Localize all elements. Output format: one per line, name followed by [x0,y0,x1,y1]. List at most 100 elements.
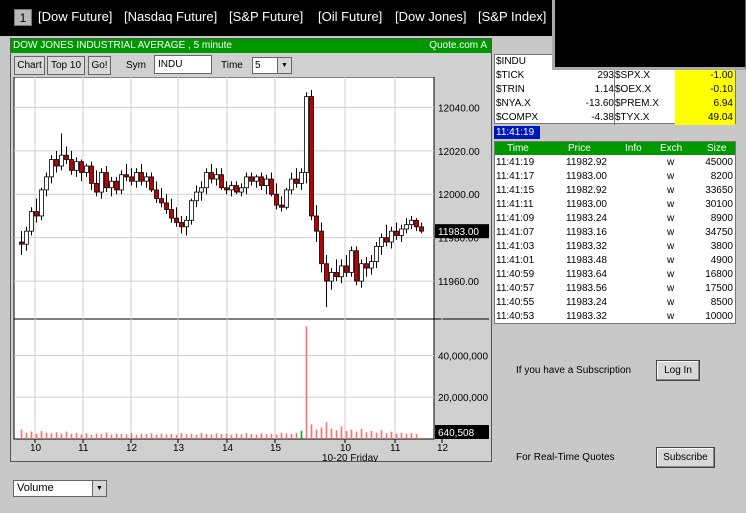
go-button[interactable]: Go! [88,56,111,75]
candle-body [374,245,379,262]
candle-body [154,189,159,199]
volume-bar [140,433,143,439]
nav-link-nasdaq-future[interactable]: [Nasdaq Future] [124,9,217,24]
candle-body [34,211,39,217]
candle-body [414,219,419,228]
candle-body [184,219,189,228]
cell-exch: w [667,171,675,182]
cell-price: 11982.92 [566,185,607,196]
volume-bar [325,422,328,439]
indicator-select[interactable]: Volume ▼ [13,480,107,497]
subscribe-button[interactable]: Subscribe [656,447,715,468]
candle-body [64,154,69,160]
volume-bar [115,433,118,439]
realtime-quotes-text: For Real-Time Quotes [516,452,615,463]
cell-price: 11983.24 [566,213,607,224]
price-tick-label: 12020.00 [438,147,480,158]
volume-bar [320,427,323,439]
last-volume-label: 640,508 [438,428,475,439]
candle-body [134,172,139,182]
page-tab-number[interactable]: 1 [14,9,32,26]
candle-body [364,263,369,269]
time-and-sales-table: Time Price Info Exch Size 11:41:19 11982.… [494,141,736,324]
candle-body [289,178,294,191]
time-select[interactable]: 5 ▼ [252,57,292,74]
cell-time: 11:40:57 [496,283,535,294]
volume-bar [185,434,188,439]
volume-bar [370,431,373,439]
cell-price: 11982.92 [566,157,607,168]
candle-body [314,215,319,232]
index-quote-row: $NYA.X -13.60 $PREM.X 6.94 [495,97,737,111]
volume-bar [280,432,283,439]
cell-price: 11983.00 [566,199,607,210]
volume-bar [355,431,358,439]
chevron-down-icon[interactable]: ▼ [92,481,106,496]
col-header-size: Size [707,143,727,154]
cell-time: 11:41:09 [496,213,535,224]
volume-bar [330,428,333,439]
volume-bar [165,434,168,439]
cell-exch: w [667,297,675,308]
x-tick-label: 13 [173,443,185,454]
volume-bar [195,434,198,439]
time-label: Time [221,60,243,71]
nav-link-dow-jones[interactable]: [Dow Jones] [395,9,467,24]
index-symbol: $TICK [496,70,525,81]
candle-body [59,154,64,167]
volume-bar [255,434,258,439]
index-quote-row: $TICK 293 $SPX.X -1.00 [495,69,737,83]
nav-link-dow-future[interactable]: [Dow Future] [38,9,112,24]
candle-body [294,178,299,184]
volume-bar [205,433,208,439]
cell-exch: w [667,213,675,224]
volume-bar [260,433,263,439]
volume-bar [200,432,203,439]
candle-body [214,174,219,180]
nav-link-oil-future[interactable]: [Oil Future] [318,9,382,24]
nav-link-sp-future[interactable]: [S&P Future] [229,9,303,24]
current-time: 11:41:19 [494,126,540,139]
candle-body [29,211,34,232]
nav-link-sp-index[interactable]: [S&P Index] [478,9,546,24]
candle-body [89,165,94,184]
x-tick-label: 10 [30,443,42,454]
candle-body [229,185,234,191]
candle-body [344,265,349,273]
price-tick-label: 12040.00 [438,103,480,114]
volume-bar [300,430,303,439]
candle-body [359,263,364,282]
cell-size: 33650 [705,185,733,196]
cell-time: 11:41:17 [496,171,535,182]
volume-bar [410,433,413,439]
index-quote-row: $TRIN 1.14 $OEX.X -0.10 [495,83,737,97]
symbol-input[interactable]: INDU [154,55,212,74]
top10-button[interactable]: Top 10 [47,56,85,75]
cell-size: 30100 [705,199,733,210]
table-row: 11:41:03 11983.32 w 3800 [495,240,735,254]
candle-body [24,230,29,245]
volume-bar [385,433,388,439]
cell-exch: w [667,255,675,266]
index-symbol: $NYA.X [496,98,531,109]
index-value: -4.38 [591,112,614,123]
candle-body [299,172,304,184]
x-tick-label: 12 [437,443,449,454]
candle-body [379,237,384,247]
candle-body [169,209,174,219]
volume-bar [240,434,243,439]
volume-bar [295,432,298,439]
cell-price: 11983.24 [566,297,607,308]
chart-button[interactable]: Chart [14,56,45,75]
cell-time: 11:41:19 [496,157,535,168]
volume-bar [215,433,218,439]
cell-price: 11983.16 [566,227,607,238]
volume-bar [335,430,338,439]
volume-bar [25,432,28,439]
table-row: 11:40:57 11983.56 w 17500 [495,282,735,296]
volume-bar [285,433,288,439]
col-header-info: Info [625,143,642,154]
chevron-down-icon[interactable]: ▼ [277,58,291,73]
login-button[interactable]: Log In [656,360,700,381]
candle-body [334,272,339,278]
